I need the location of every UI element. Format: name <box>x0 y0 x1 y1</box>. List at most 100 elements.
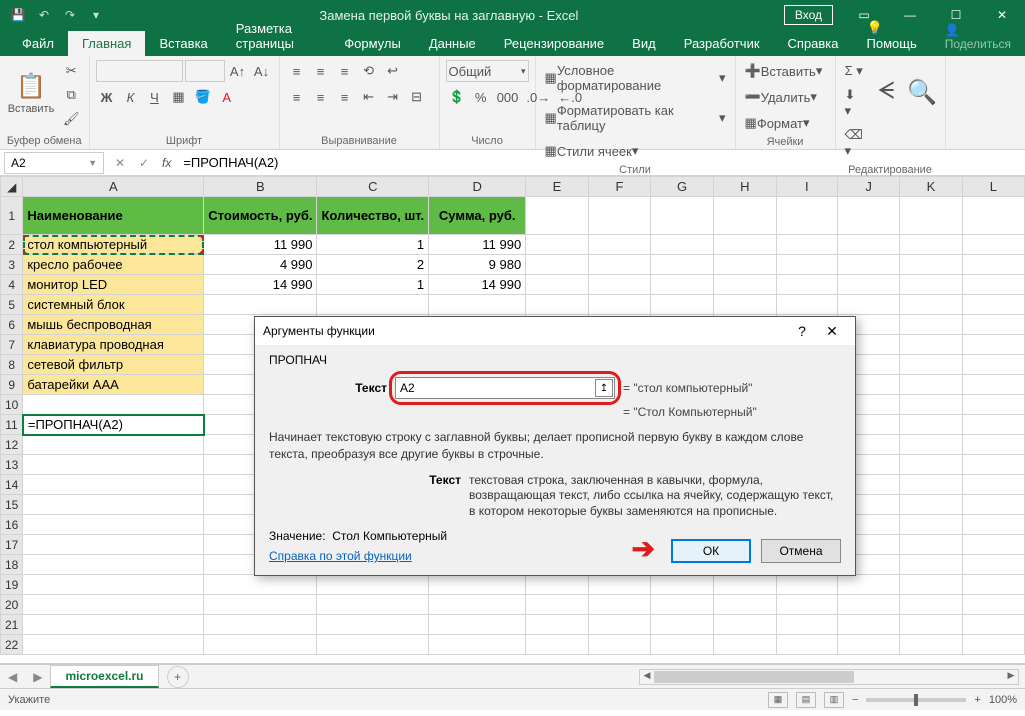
dialog-close-icon[interactable]: ✕ <box>817 323 847 340</box>
cell[interactable] <box>900 515 963 535</box>
cell[interactable] <box>713 595 776 615</box>
cell[interactable] <box>588 255 650 275</box>
font-size[interactable] <box>185 60 225 82</box>
cell[interactable] <box>900 635 963 655</box>
save-icon[interactable]: 💾 <box>6 3 30 27</box>
delete-cells-button[interactable]: ➖ Удалить ▾ <box>742 86 820 108</box>
tab-nav-prev[interactable]: ◀ <box>0 670 25 684</box>
zoom-slider[interactable] <box>866 698 966 702</box>
cancel-icon[interactable]: ✕ <box>108 156 132 170</box>
cell[interactable]: монитор LED <box>23 275 204 295</box>
col-B[interactable]: B <box>204 177 317 197</box>
cell[interactable]: 11 990 <box>204 235 317 255</box>
cell[interactable] <box>900 435 963 455</box>
wrap-icon[interactable]: ↩ <box>382 60 404 82</box>
paste-button[interactable]: 📋Вставить <box>6 60 56 126</box>
cell[interactable] <box>962 495 1024 515</box>
cell[interactable] <box>838 615 900 635</box>
cell[interactable]: Количество, шт. <box>317 197 429 235</box>
sort-filter-button[interactable]: ᗕ <box>870 60 902 126</box>
menu-data[interactable]: Данные <box>415 31 490 56</box>
view-normal-icon[interactable]: ▦ <box>768 692 788 708</box>
sheet-tab[interactable]: microexcel.ru <box>50 665 158 688</box>
cell[interactable] <box>900 555 963 575</box>
cell[interactable] <box>651 575 714 595</box>
cell[interactable] <box>526 197 589 235</box>
row-11[interactable]: 11 <box>1 415 23 435</box>
enter-icon[interactable]: ✓ <box>132 156 156 170</box>
col-F[interactable]: F <box>588 177 650 197</box>
align-center-icon[interactable]: ≡ <box>310 86 332 108</box>
cell[interactable] <box>962 555 1024 575</box>
cell[interactable] <box>776 275 838 295</box>
cell[interactable] <box>429 295 526 315</box>
col-C[interactable]: C <box>317 177 429 197</box>
cell[interactable] <box>962 315 1024 335</box>
cell[interactable] <box>713 255 776 275</box>
bold-icon[interactable]: Ж <box>96 86 118 108</box>
arg-text-input[interactable] <box>395 377 615 399</box>
insert-cells-button[interactable]: ➕ Вставить ▾ <box>742 60 826 82</box>
cell[interactable] <box>838 635 900 655</box>
cell[interactable]: системный блок <box>23 295 204 315</box>
cell[interactable] <box>962 635 1024 655</box>
row-7[interactable]: 7 <box>1 335 23 355</box>
menu-file[interactable]: Файл <box>8 31 68 56</box>
cell[interactable] <box>23 495 204 515</box>
cell[interactable] <box>962 455 1024 475</box>
cell[interactable] <box>962 475 1024 495</box>
cell[interactable] <box>900 415 963 435</box>
copy-icon[interactable]: ⧉ <box>60 84 83 106</box>
cell[interactable] <box>588 615 650 635</box>
dialog-help-icon[interactable]: ? <box>787 323 817 339</box>
cell[interactable] <box>204 635 317 655</box>
row-10[interactable]: 10 <box>1 395 23 415</box>
cell[interactable] <box>713 295 776 315</box>
col-E[interactable]: E <box>526 177 589 197</box>
format-painter-icon[interactable]: 🖌 <box>60 108 83 130</box>
comma-icon[interactable]: 000 <box>494 86 522 108</box>
login-button[interactable]: Вход <box>784 5 833 25</box>
cell[interactable] <box>23 555 204 575</box>
formula-input[interactable]: =ПРОПНАЧ(A2) <box>177 155 1025 170</box>
currency-icon[interactable]: 💲 <box>446 86 468 108</box>
cell[interactable] <box>962 235 1024 255</box>
col-A[interactable]: A <box>23 177 204 197</box>
row-18[interactable]: 18 <box>1 555 23 575</box>
cell[interactable]: 1 <box>317 235 429 255</box>
cell[interactable] <box>526 595 589 615</box>
cell[interactable]: Стоимость, руб. <box>204 197 317 235</box>
cell[interactable]: батарейки AAA <box>23 375 204 395</box>
font-color-icon[interactable]: A <box>216 86 238 108</box>
fx-icon[interactable]: fx <box>156 156 177 170</box>
cell[interactable] <box>588 275 650 295</box>
col-H[interactable]: H <box>713 177 776 197</box>
cell[interactable] <box>204 575 317 595</box>
merge-icon[interactable]: ⊟ <box>406 86 428 108</box>
cell[interactable] <box>962 255 1024 275</box>
underline-icon[interactable]: Ч <box>144 86 166 108</box>
cell[interactable]: 14 990 <box>429 275 526 295</box>
row-15[interactable]: 15 <box>1 495 23 515</box>
menu-view[interactable]: Вид <box>618 31 670 56</box>
cell[interactable] <box>317 295 429 315</box>
cell[interactable] <box>526 575 589 595</box>
row-21[interactable]: 21 <box>1 615 23 635</box>
cell[interactable] <box>900 375 963 395</box>
cell[interactable] <box>962 535 1024 555</box>
cell[interactable]: 2 <box>317 255 429 275</box>
menu-developer[interactable]: Разработчик <box>670 31 774 56</box>
cell[interactable] <box>651 635 714 655</box>
row-1[interactable]: 1 <box>1 197 23 235</box>
row-9[interactable]: 9 <box>1 375 23 395</box>
cell[interactable] <box>23 475 204 495</box>
name-box[interactable]: A2▼ <box>4 152 104 174</box>
new-sheet-button[interactable]: + <box>167 666 189 688</box>
menu-formulas[interactable]: Формулы <box>330 31 415 56</box>
cell[interactable] <box>962 197 1024 235</box>
col-G[interactable]: G <box>651 177 714 197</box>
row-20[interactable]: 20 <box>1 595 23 615</box>
cell[interactable] <box>900 355 963 375</box>
cut-icon[interactable]: ✂ <box>60 60 83 82</box>
cell[interactable] <box>962 395 1024 415</box>
